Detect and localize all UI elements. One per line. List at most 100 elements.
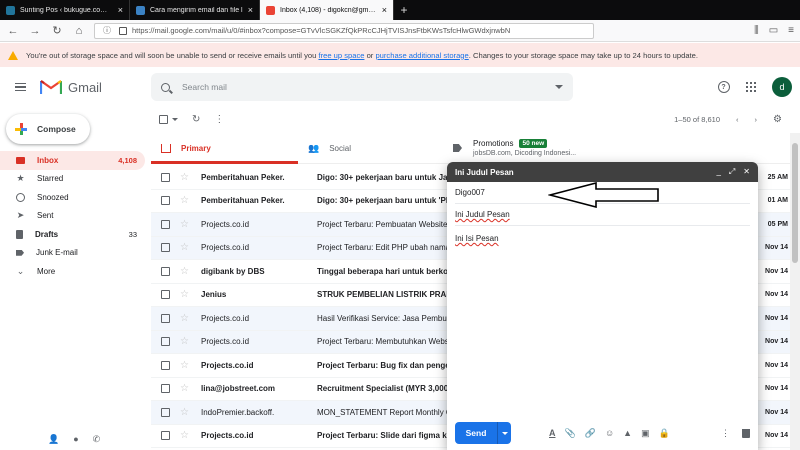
row-checkbox[interactable]: [161, 219, 170, 229]
search-input[interactable]: Search mail: [182, 82, 543, 92]
compose-header[interactable]: Ini Judul Pesan _ ⤢ ✕: [447, 162, 758, 182]
star-icon[interactable]: ☆: [180, 172, 192, 183]
star-icon[interactable]: ☆: [180, 219, 192, 230]
tab-social[interactable]: 👥 Social: [298, 133, 445, 163]
refresh-icon[interactable]: ↻: [192, 114, 200, 125]
scrollbar-thumb[interactable]: [792, 143, 798, 263]
browser-tab-1[interactable]: Sunting Pos ‹ bukugue.com — ×: [0, 0, 130, 20]
star-icon[interactable]: ☆: [180, 430, 192, 441]
row-checkbox[interactable]: [161, 431, 170, 441]
reload-icon[interactable]: ↻: [50, 24, 64, 38]
page-scrollbar[interactable]: [790, 133, 800, 450]
menu-icon[interactable]: ≡: [788, 25, 794, 36]
star-icon[interactable]: ☆: [180, 336, 192, 347]
purchase-storage-link[interactable]: purchase additional storage: [375, 51, 468, 60]
next-page-icon[interactable]: ›: [755, 115, 758, 124]
mail-sender: Jenius: [201, 290, 227, 300]
search-icon[interactable]: [161, 82, 170, 92]
free-up-space-link[interactable]: free up space: [318, 51, 364, 60]
compose-button[interactable]: Compose: [6, 114, 90, 144]
warning-icon: [8, 50, 18, 60]
contacts-icon[interactable]: 👤: [48, 434, 59, 445]
tab-promotions[interactable]: Promotions 50 new jobsDB.com, Dicoding In…: [445, 133, 745, 163]
insert-link-icon[interactable]: 🔗: [585, 428, 596, 439]
confidential-mode-icon[interactable]: 🔒: [659, 428, 670, 439]
sidebar-item-drafts[interactable]: Drafts 33: [0, 225, 145, 244]
formatting-options-icon[interactable]: A: [549, 428, 556, 438]
sidebar-item-label: Inbox: [37, 155, 59, 165]
inbox-icon: [16, 156, 25, 164]
browser-tab-title: Sunting Pos ‹ bukugue.com —: [20, 6, 113, 14]
minimize-icon[interactable]: _: [716, 167, 720, 177]
star-icon[interactable]: ☆: [180, 407, 192, 418]
sidebar-item-junk[interactable]: Junk E-mail: [0, 244, 145, 263]
library-icon[interactable]: ⫼: [754, 25, 759, 36]
new-tab-button[interactable]: +: [394, 0, 414, 20]
sidebar-toggle-icon[interactable]: ▭: [769, 25, 778, 36]
apps-grid-icon[interactable]: [745, 81, 756, 93]
sidebar-item-inbox[interactable]: Inbox 4,108: [0, 151, 145, 170]
emoji-icon[interactable]: ☺: [605, 428, 614, 438]
gmail-logo[interactable]: Gmail: [39, 79, 150, 95]
discard-draft-icon[interactable]: [742, 428, 750, 438]
star-icon[interactable]: ☆: [180, 266, 192, 277]
sidebar-item-sent[interactable]: ➤ Sent: [0, 207, 145, 226]
main-menu-button[interactable]: [0, 83, 40, 91]
send-button[interactable]: Send: [455, 422, 497, 444]
more-vert-icon[interactable]: ⋮: [214, 114, 224, 125]
compose-more-actions: ⋮: [721, 428, 750, 439]
forward-arrow-icon[interactable]: →: [28, 24, 42, 38]
mail-sender: Projects.co.id: [201, 337, 250, 347]
hangouts-icon[interactable]: ●: [73, 434, 78, 445]
search-bar[interactable]: Search mail: [151, 73, 573, 101]
row-checkbox[interactable]: [161, 266, 170, 276]
star-icon[interactable]: ☆: [180, 289, 192, 300]
schedule-send-dropdown[interactable]: [497, 422, 511, 444]
tag-icon: [453, 144, 462, 152]
message-body[interactable]: Ini Isi Pesan: [447, 226, 758, 251]
star-icon[interactable]: ☆: [180, 242, 192, 253]
settings-gear-icon[interactable]: ⚙: [773, 114, 782, 125]
row-checkbox[interactable]: [161, 337, 170, 347]
avatar[interactable]: d: [772, 77, 792, 97]
star-icon[interactable]: ☆: [180, 313, 192, 324]
row-checkbox[interactable]: [161, 290, 170, 300]
info-icon[interactable]: ⓘ: [100, 24, 114, 38]
row-checkbox[interactable]: [161, 407, 170, 417]
browser-tab-gmail[interactable]: Inbox (4,108) - digokcn@gmail. ×: [260, 0, 394, 20]
sidebar-item-starred[interactable]: ★ Starred: [0, 170, 145, 189]
browser-tab-bar: Sunting Pos ‹ bukugue.com — × Cara mengi…: [0, 0, 800, 20]
attach-file-icon[interactable]: 📎: [565, 428, 576, 439]
back-arrow-icon[interactable]: ←: [6, 24, 20, 38]
phone-icon[interactable]: ✆: [93, 434, 101, 445]
insert-photo-icon[interactable]: ▣: [641, 428, 650, 439]
home-icon[interactable]: ⌂: [72, 24, 86, 38]
row-checkbox[interactable]: [161, 360, 170, 370]
row-checkbox[interactable]: [161, 196, 170, 206]
help-icon[interactable]: ?: [717, 81, 730, 93]
close-icon[interactable]: ✕: [743, 167, 750, 177]
row-checkbox[interactable]: [161, 172, 170, 182]
close-tab-icon[interactable]: ×: [248, 5, 253, 15]
close-tab-icon[interactable]: ×: [118, 5, 123, 15]
row-checkbox[interactable]: [161, 313, 170, 323]
fullscreen-icon[interactable]: ⤢: [729, 167, 735, 177]
star-icon[interactable]: ☆: [180, 360, 192, 371]
drive-icon[interactable]: ▲: [623, 428, 632, 438]
more-options-icon[interactable]: ⋮: [721, 428, 730, 439]
address-bar[interactable]: ⓘ https://mail.google.com/mail/u/0/#inbo…: [94, 22, 594, 39]
select-all-checkbox[interactable]: [159, 114, 168, 124]
tab-primary[interactable]: Primary: [151, 133, 298, 164]
star-icon[interactable]: ☆: [180, 195, 192, 206]
sidebar-item-more[interactable]: ⌄ More: [0, 262, 145, 281]
browser-tab-2[interactable]: Cara mengirim email dan file l ×: [130, 0, 260, 20]
close-tab-icon[interactable]: ×: [382, 5, 387, 15]
sidebar-item-snoozed[interactable]: Snoozed: [0, 188, 145, 207]
row-checkbox[interactable]: [161, 243, 170, 253]
row-checkbox[interactable]: [161, 384, 170, 394]
select-options-icon[interactable]: [172, 117, 178, 121]
star-icon[interactable]: ☆: [180, 383, 192, 394]
prev-page-icon[interactable]: ‹: [736, 115, 739, 124]
search-options-icon[interactable]: [555, 85, 563, 89]
subject-value: Ini Judul Pesan: [455, 210, 510, 219]
